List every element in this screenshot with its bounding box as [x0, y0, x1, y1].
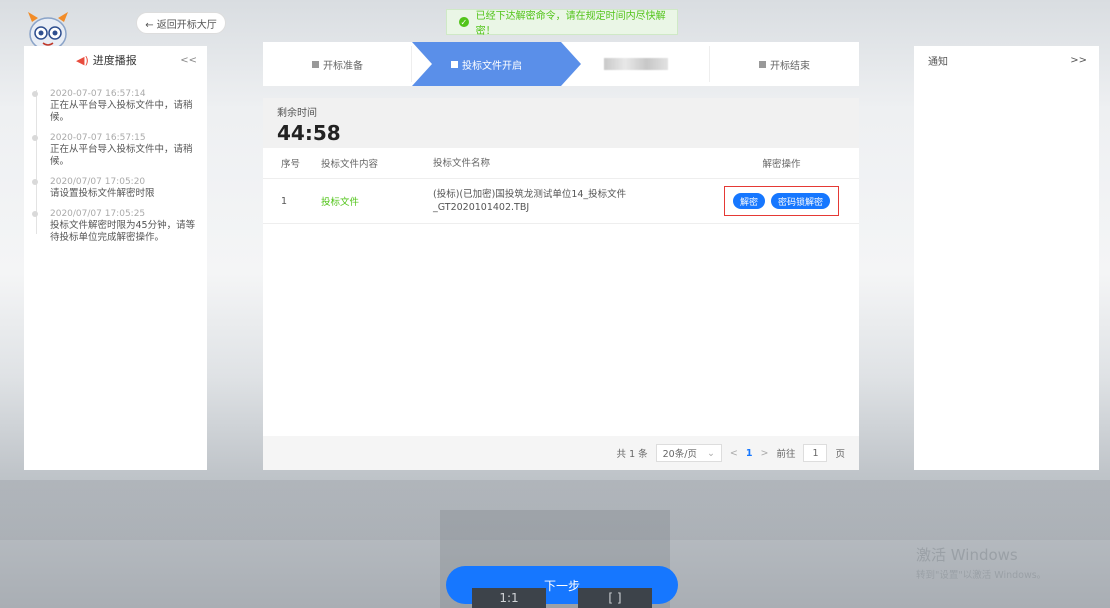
step-label: 开标结束	[770, 60, 810, 72]
bid-file-table: 序号 投标文件内容 投标文件名称 解密操作 1 投标文件 (投标)(已加密)国投…	[263, 148, 859, 224]
notice-panel-title: 通知	[928, 56, 948, 68]
timeline-time: 2020/07/07 17:05:25	[50, 209, 146, 219]
progress-panel-title: 进度播报	[92, 54, 137, 67]
bid-file-content-link[interactable]: 投标文件	[321, 197, 359, 208]
success-toast: ✓ 已经下达解密命令，请在规定时间内尽快解密！	[446, 9, 678, 37]
timeline-time: 2020-07-07 16:57:14	[50, 89, 146, 99]
timeline-item: 2020/07/07 17:05:20 请设置投标文件解密时限	[32, 176, 201, 200]
speaker-icon: ◀)	[76, 53, 89, 67]
chevron-down-icon: ⌄	[706, 447, 715, 459]
step-bid-preparation[interactable]: 开标准备	[263, 42, 412, 86]
remaining-time-label: 剩余时间	[277, 108, 317, 119]
timeline-text: 正在从平台导入投标文件中，请稍候。	[50, 144, 193, 167]
remaining-time-box: 剩余时间 44:58	[263, 98, 859, 148]
timeline-text: 请设置投标文件解密时限	[50, 188, 155, 199]
page-size-value: 20条/页	[662, 449, 697, 460]
step-bid-file-opening[interactable]: 投标文件开启	[412, 42, 581, 86]
process-step-bar: 开标准备 投标文件开启 开标结束	[263, 42, 859, 86]
notice-panel-header: 通知 >>	[914, 46, 1099, 74]
goto-suffix: 页	[835, 449, 845, 460]
step-icon	[759, 60, 766, 68]
timeline-text: 正在从平台导入投标文件中，请稍候。	[50, 100, 193, 123]
toast-text: 已经下达解密命令，请在规定时间内尽快解密！	[475, 11, 666, 37]
progress-broadcast-panel: ◀) 进度播报 << 2020-07-07 16:57:14 正在从平台导入投标…	[24, 46, 207, 470]
timeline-item: 2020/07/07 17:05:25 投标文件解密时限为45分钟，请等待投标单…	[32, 208, 201, 244]
step-blurred[interactable]	[561, 42, 710, 86]
timeline-dot-icon	[32, 91, 38, 97]
goto-page-input[interactable]: 1	[803, 444, 828, 462]
pager-total: 共 1 条	[616, 449, 648, 460]
progress-panel-header: ◀) 进度播报 <<	[24, 46, 207, 74]
bid-file-panel: 剩余时间 44:58 序号 投标文件内容 投标文件名称 解密操作 1 投标文件 …	[263, 98, 859, 470]
step-bid-end[interactable]: 开标结束	[710, 42, 859, 86]
windows-activation-watermark: 激活 Windows 转到"设置"以激活 Windows。	[916, 544, 1046, 581]
step-icon	[451, 60, 458, 68]
timeline-time: 2020/07/07 17:05:20	[50, 177, 146, 187]
row-no: 1	[263, 178, 320, 224]
decrypt-actions-highlight: 解密 密码锁解密	[723, 186, 840, 216]
bid-file-name: (投标)(已加密)国投筑龙测试单位14_投标文件_GT2020101402.TB…	[432, 178, 704, 224]
timeline-time: 2020-07-07 16:57:15	[50, 133, 146, 143]
expand-panel-button[interactable]: >>	[1070, 55, 1087, 66]
page-number-current[interactable]: 1	[746, 448, 753, 459]
prev-page-button[interactable]: <	[730, 448, 738, 459]
zoom-actual-size-button[interactable]: 1:1	[472, 588, 546, 608]
timeline-item: 2020-07-07 16:57:15 正在从平台导入投标文件中，请稍候。	[32, 132, 201, 168]
pagination: 共 1 条 20条/页 ⌄ < 1 > 前往 1 页	[263, 436, 859, 470]
back-button-label: ← 返回开标大厅	[145, 19, 217, 31]
password-lock-decrypt-button[interactable]: 密码锁解密	[771, 193, 831, 209]
step-label: 开标准备	[323, 60, 363, 72]
timeline-dot-icon	[32, 211, 38, 217]
decrypt-button[interactable]: 解密	[732, 193, 765, 209]
next-step-label: 下一步	[543, 578, 580, 593]
timeline-dot-icon	[32, 135, 38, 141]
column-header-content: 投标文件内容	[320, 148, 432, 179]
timeline-item: 2020-07-07 16:57:14 正在从平台导入投标文件中，请稍候。	[32, 88, 201, 124]
column-header-no: 序号	[263, 148, 320, 179]
next-page-button[interactable]: >	[761, 448, 769, 459]
blurred-step-label	[603, 58, 668, 70]
back-to-hall-button[interactable]: ← 返回开标大厅	[136, 12, 226, 34]
fullscreen-button[interactable]: [ ]	[578, 588, 652, 608]
step-label: 投标文件开启	[462, 60, 522, 72]
column-header-decrypt: 解密操作	[704, 148, 859, 179]
remaining-time-value: 44:58	[277, 121, 341, 145]
notice-panel: 通知 >>	[914, 46, 1099, 470]
step-icon	[312, 60, 319, 68]
table-header-row: 序号 投标文件内容 投标文件名称 解密操作	[263, 148, 859, 179]
watermark-line2: 转到"设置"以激活 Windows。	[916, 570, 1047, 581]
collapse-panel-button[interactable]: <<	[180, 55, 197, 66]
column-header-name: 投标文件名称	[432, 148, 704, 179]
table-row: 1 投标文件 (投标)(已加密)国投筑龙测试单位14_投标文件_GT202010…	[263, 178, 859, 224]
watermark-line1: 激活 Windows	[916, 546, 1018, 564]
check-circle-icon: ✓	[459, 17, 469, 27]
page-size-select[interactable]: 20条/页 ⌄	[655, 444, 722, 462]
timeline-text: 投标文件解密时限为45分钟，请等待投标单位完成解密操作。	[50, 220, 196, 243]
goto-prefix: 前往	[776, 449, 796, 460]
progress-timeline: 2020-07-07 16:57:14 正在从平台导入投标文件中，请稍候。 20…	[24, 88, 207, 244]
timeline-dot-icon	[32, 179, 38, 185]
